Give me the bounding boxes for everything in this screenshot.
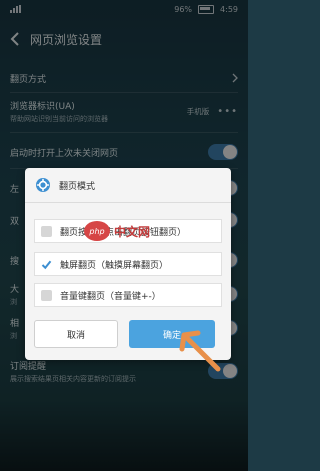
cancel-button[interactable]: 取消 (34, 320, 118, 348)
dialog-header: 翻页模式 (25, 168, 231, 202)
checkbox-unchecked[interactable] (41, 225, 52, 237)
option-label: 音量键翻页（音量键+-） (60, 291, 161, 302)
annotation-arrow-icon (179, 330, 221, 372)
checkmark-icon (41, 260, 52, 269)
option-touch-turn[interactable]: 触屏翻页（触摸屏幕翻页） (34, 252, 222, 276)
dialog-title: 翻页模式 (59, 181, 96, 192)
option-label: 触屏翻页（触摸屏幕翻页） (60, 260, 169, 271)
option-volume-turn[interactable]: 音量键翻页（音量键+-） (34, 283, 222, 307)
checkbox-checked[interactable] (41, 259, 52, 270)
watermark-text: 中文网 (114, 224, 151, 239)
watermark: php 中文网 (84, 221, 150, 241)
watermark-logo: php (84, 221, 110, 241)
dialog-divider (25, 202, 231, 203)
settings-gear-icon (36, 178, 50, 192)
checkbox-unchecked[interactable] (41, 289, 52, 301)
